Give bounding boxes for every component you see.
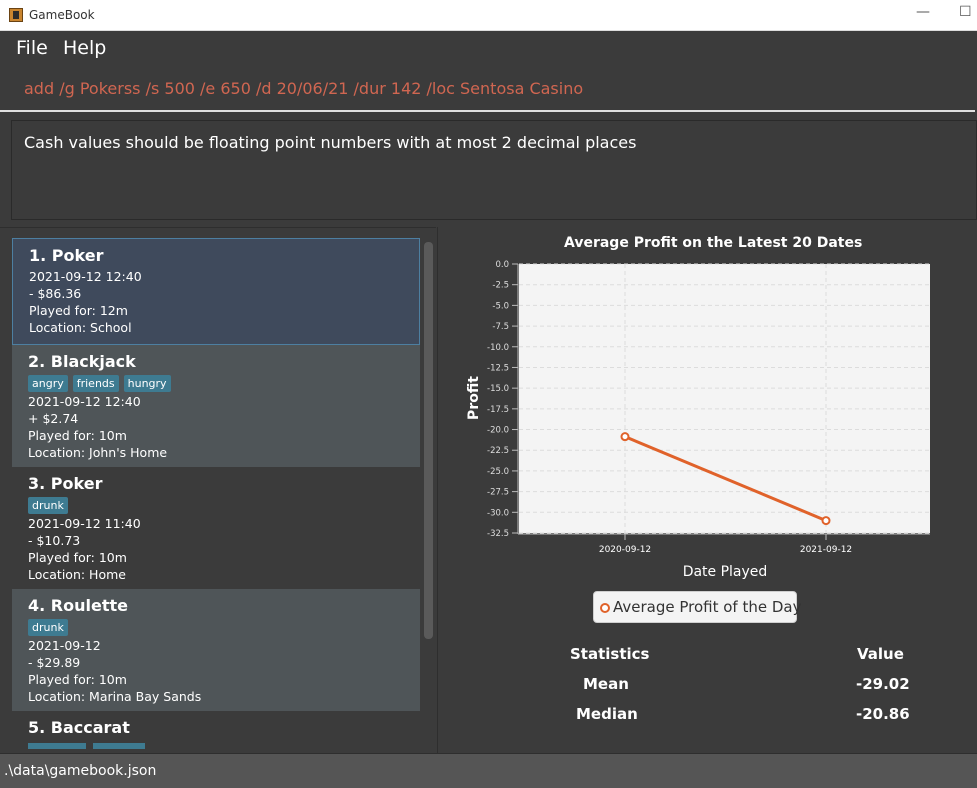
menu-bar: File Help bbox=[0, 31, 977, 65]
result-display: Cash values should be floating point num… bbox=[11, 120, 977, 220]
stats-header-statistic: Statistics bbox=[570, 645, 650, 663]
tag-list: angry friends hungry bbox=[28, 375, 404, 392]
menu-help[interactable]: Help bbox=[63, 37, 106, 59]
game-location: Location: Marina Bay Sands bbox=[28, 689, 202, 704]
status-bar: .\data\gamebook.json bbox=[0, 753, 977, 788]
menu-file[interactable]: File bbox=[16, 37, 48, 59]
game-datetime: 2021-09-12 12:40 bbox=[28, 394, 141, 409]
tag-list: drunk bbox=[28, 619, 404, 636]
tag-list: drunk bbox=[28, 497, 404, 514]
tag: hungry bbox=[123, 375, 171, 392]
list-item[interactable]: 5. Baccarat bbox=[12, 711, 420, 753]
stats-row-name: Median bbox=[576, 705, 638, 723]
game-duration: Played for: 10m bbox=[28, 672, 127, 687]
title-bar: GameBook — ☐ bbox=[0, 0, 977, 31]
game-location: Location: Home bbox=[28, 567, 126, 582]
list-scrollbar-thumb[interactable] bbox=[424, 242, 433, 639]
tag: friends bbox=[72, 375, 119, 392]
game-location: Location: School bbox=[29, 320, 132, 335]
game-title: 5. Baccarat bbox=[28, 718, 130, 737]
game-duration: Played for: 12m bbox=[29, 303, 128, 318]
chart-title: Average Profit on the Latest 20 Dates bbox=[564, 235, 863, 251]
game-location: Location: John's Home bbox=[28, 445, 168, 460]
stats-header-value: Value bbox=[857, 645, 904, 663]
maximize-button[interactable]: ☐ bbox=[959, 4, 972, 20]
game-datetime: 2021-09-12 bbox=[28, 638, 101, 653]
result-message: Cash values should be floating point num… bbox=[24, 133, 637, 152]
game-title: 3. Poker bbox=[28, 474, 103, 493]
game-profit: + $2.74 bbox=[28, 411, 79, 426]
game-profit: - $29.89 bbox=[28, 655, 81, 670]
legend-marker-icon bbox=[600, 603, 610, 613]
game-duration: Played for: 10m bbox=[28, 550, 127, 565]
game-datetime: 2021-09-12 11:40 bbox=[28, 516, 141, 531]
minimize-button[interactable]: — bbox=[916, 4, 930, 20]
game-title: 4. Roulette bbox=[28, 596, 128, 615]
tag: angry bbox=[28, 375, 68, 392]
game-datetime: 2021-09-12 12:40 bbox=[29, 269, 142, 284]
list-item[interactable]: 1. Poker 2021-09-12 12:40 - $86.36 Playe… bbox=[12, 238, 420, 345]
save-file-path: .\data\gamebook.json bbox=[4, 763, 157, 779]
tag: drunk bbox=[28, 497, 68, 514]
game-title: 1. Poker bbox=[29, 246, 104, 265]
app-icon bbox=[9, 8, 23, 22]
command-box[interactable]: add /g Pokerss /s 500 /e 650 /d 20/06/21… bbox=[0, 66, 975, 112]
list-item[interactable]: 4. Roulette drunk 2021-09-12 - $29.89 Pl… bbox=[12, 589, 420, 711]
command-input[interactable]: add /g Pokerss /s 500 /e 650 /d 20/06/21… bbox=[24, 79, 583, 98]
game-title: 2. Blackjack bbox=[28, 352, 136, 371]
stats-row-value: -20.86 bbox=[856, 705, 910, 723]
stats-row-name: Mean bbox=[583, 675, 629, 693]
tag bbox=[93, 743, 145, 749]
chart-legend: Average Profit of the Day bbox=[593, 591, 802, 623]
list-item[interactable]: 3. Poker drunk 2021-09-12 11:40 - $10.73… bbox=[12, 467, 420, 589]
tag-list bbox=[28, 743, 404, 749]
game-profit: - $10.73 bbox=[28, 533, 81, 548]
game-profit: - $86.36 bbox=[29, 286, 82, 301]
stats-row-value: -29.02 bbox=[856, 675, 910, 693]
game-duration: Played for: 10m bbox=[28, 428, 127, 443]
window-title: GameBook bbox=[29, 8, 95, 22]
tag bbox=[28, 743, 86, 749]
legend-label: Average Profit of the Day bbox=[613, 598, 802, 616]
list-item[interactable]: 2. Blackjack angry friends hungry 2021-0… bbox=[12, 345, 420, 467]
tag: drunk bbox=[28, 619, 68, 636]
